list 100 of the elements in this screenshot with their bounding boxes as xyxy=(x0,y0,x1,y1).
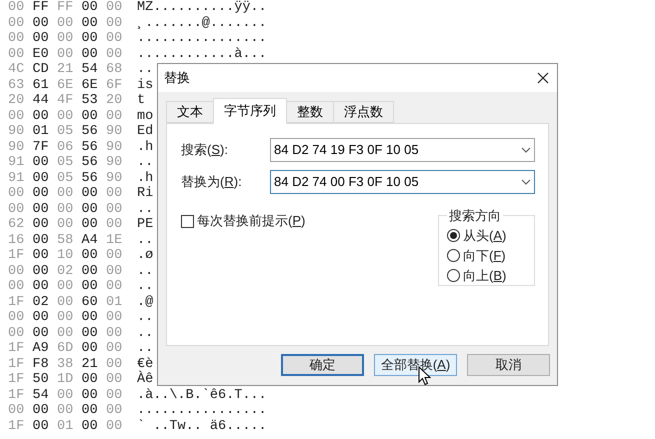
hex-byte: 54 xyxy=(82,63,99,76)
hex-byte: 6F xyxy=(106,78,124,92)
dialog-button[interactable]: 取消 xyxy=(467,354,550,376)
hex-byte: 00 xyxy=(106,404,124,418)
ascii-text: .. xyxy=(137,326,154,340)
hex-byte: 21 xyxy=(57,63,74,76)
hex-byte: 1F xyxy=(8,373,26,386)
ascii-text: ................ xyxy=(137,32,267,46)
hex-byte: 4C xyxy=(8,63,26,76)
hex-byte: 00 xyxy=(32,326,50,340)
hex-byte: 20 xyxy=(106,94,124,108)
hex-byte: 00 xyxy=(57,48,74,61)
ascii-text: MZ..........ÿÿ.. xyxy=(137,1,267,14)
close-icon[interactable] xyxy=(537,72,549,84)
hex-byte: 1F xyxy=(8,388,26,402)
hex-byte: 4F xyxy=(57,94,74,108)
ascii-text: .. xyxy=(137,280,154,294)
ascii-text: .h xyxy=(137,172,154,185)
hex-byte: 00 xyxy=(106,16,124,30)
hex-byte: 00 xyxy=(82,373,99,386)
hex-byte: 00 xyxy=(8,16,26,30)
hex-byte: 61 xyxy=(32,78,50,92)
hex-byte: 00 xyxy=(106,358,124,371)
ascii-text: .ø xyxy=(137,249,154,262)
tab[interactable]: 整数 xyxy=(286,101,334,123)
hex-byte: FF xyxy=(32,1,50,14)
tab[interactable]: 字节序列 xyxy=(213,98,287,124)
hex-byte: 00 xyxy=(106,342,124,356)
hex-byte: 00 xyxy=(106,326,124,340)
hex-byte: A9 xyxy=(32,342,50,356)
hex-byte: 00 xyxy=(82,280,99,294)
hex-byte: 60 xyxy=(82,296,99,309)
hex-byte: 6D xyxy=(57,342,74,356)
hex-byte: 62 xyxy=(8,218,26,232)
hex-byte: 00 xyxy=(57,404,74,418)
radio-button[interactable] xyxy=(447,269,460,282)
hex-byte: 00 xyxy=(82,110,99,123)
combo-field[interactable]: 84 D2 74 00 F3 0F 10 05 xyxy=(270,170,535,194)
hex-byte: 00 xyxy=(106,420,124,433)
hex-byte: 00 xyxy=(8,187,26,200)
hex-byte: 00 xyxy=(57,280,74,294)
ascii-text: .. xyxy=(137,63,154,76)
ascii-text: t xyxy=(137,94,146,108)
ascii-text: .. xyxy=(137,311,154,324)
dialog-title: 替换 xyxy=(164,69,190,88)
chevron-down-icon[interactable] xyxy=(521,179,531,185)
ascii-text: mo xyxy=(137,110,154,123)
hex-byte: 1F xyxy=(8,420,26,433)
hex-byte: 01 xyxy=(32,125,50,138)
hex-byte: 00 xyxy=(106,187,124,200)
hex-byte: 00 xyxy=(57,296,74,309)
hex-byte: 00 xyxy=(57,32,74,46)
field-label: 替换为(R): xyxy=(181,173,243,192)
hex-byte: 00 xyxy=(32,420,50,433)
hex-byte: 00 xyxy=(82,342,99,356)
hex-byte: E0 xyxy=(32,48,50,61)
radio-label: 向下(F) xyxy=(463,246,506,265)
checkbox[interactable] xyxy=(181,214,194,228)
hex-byte: 00 xyxy=(82,311,99,324)
hex-byte: 00 xyxy=(32,311,50,324)
hex-byte: 10 xyxy=(57,249,74,262)
hex-byte: 05 xyxy=(57,125,74,138)
ascii-text: ¸.......@....... xyxy=(137,16,267,30)
combo-field[interactable]: 84 D2 74 19 F3 0F 10 05 xyxy=(270,138,535,162)
hex-byte: F8 xyxy=(32,358,50,371)
hex-byte: 02 xyxy=(32,296,50,309)
hex-byte: 00 xyxy=(82,404,99,418)
hex-byte: 02 xyxy=(57,264,74,278)
hex-byte: 90 xyxy=(8,140,26,154)
hex-byte: 1F xyxy=(8,296,26,309)
hex-byte: 00 xyxy=(8,32,26,46)
radio-button[interactable] xyxy=(447,229,460,242)
chevron-down-icon[interactable] xyxy=(521,147,531,153)
hex-byte: 6E xyxy=(82,78,99,92)
hex-byte: 00 xyxy=(82,420,99,433)
hex-byte: 00 xyxy=(106,1,124,14)
hex-byte: FF xyxy=(57,1,74,14)
radio-label: 向上(B) xyxy=(463,266,506,285)
hex-byte: 00 xyxy=(57,110,74,123)
ascii-text: €è xyxy=(137,358,154,371)
hex-byte: 00 xyxy=(57,187,74,200)
hex-byte: 00 xyxy=(32,280,50,294)
tab[interactable]: 浮点数 xyxy=(333,101,394,123)
hex-byte: 00 xyxy=(8,110,26,123)
checkbox-label: 每次替换前提示(P) xyxy=(197,212,306,230)
hex-byte: 00 xyxy=(82,16,99,30)
hex-byte: 1D xyxy=(57,373,74,386)
hex-byte: 44 xyxy=(32,94,50,108)
dialog-button[interactable]: 确定 xyxy=(281,354,364,376)
dialog-button[interactable]: 全部替换(A) xyxy=(374,354,457,376)
hex-byte: 00 xyxy=(57,202,74,216)
hex-byte: 53 xyxy=(82,94,99,108)
hex-byte: 00 xyxy=(82,388,99,402)
radio-button[interactable] xyxy=(447,249,460,262)
hex-byte: 00 xyxy=(57,311,74,324)
hex-byte: 54 xyxy=(32,388,50,402)
hex-byte: 00 xyxy=(57,326,74,340)
hex-byte: 90 xyxy=(106,156,124,170)
hex-byte: 21 xyxy=(82,358,99,371)
tab[interactable]: 文本 xyxy=(166,101,214,123)
